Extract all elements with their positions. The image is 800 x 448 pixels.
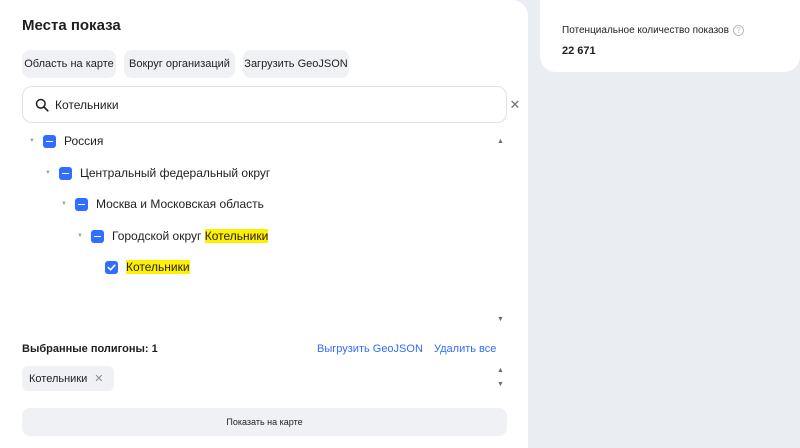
impressions-label: Потенциальное количество показов ? (562, 25, 744, 36)
tree-node-label: Центральный федеральный округ (80, 166, 271, 180)
tree-node-label: Москва и Московская область (96, 197, 264, 211)
help-icon[interactable]: ? (732, 25, 744, 36)
expand-chevron-icon[interactable]: ▼ (75, 233, 85, 239)
selected-polygon-tag: Котельники ✕ (22, 366, 114, 391)
delete-all-link[interactable]: Удалить все (434, 343, 496, 355)
checked-checkbox[interactable] (105, 260, 118, 274)
tree-node-label: Городской округ Котельники (112, 229, 269, 243)
tree-node-label: Россия (64, 134, 104, 148)
tree-node-kotelniki-district: ▼ Городской округ Котельники (75, 226, 269, 246)
clear-search-icon[interactable]: ✕ (507, 97, 523, 113)
partial-checkbox[interactable] (43, 134, 56, 148)
placements-panel: Места показа Область на карте Вокруг орг… (0, 0, 528, 448)
impressions-card: Потенциальное количество показов ? 22 67… (540, 0, 800, 72)
tree-node-moscow-region: ▼ Москва и Московская область (59, 194, 264, 214)
search-match-highlight: Котельники (126, 260, 190, 274)
partial-checkbox[interactable] (91, 229, 104, 243)
remove-tag-icon[interactable]: ✕ (94, 372, 103, 385)
panel-title: Места показа (22, 17, 121, 34)
search-match-highlight: Котельники (204, 229, 269, 243)
scroll-up-icon[interactable]: ▲ (497, 138, 504, 145)
upload-geojson-button[interactable]: Загрузить GeoJSON (243, 50, 349, 78)
expand-chevron-icon[interactable]: ▼ (59, 201, 69, 207)
search-box: ✕ (22, 86, 520, 123)
search-input[interactable] (55, 95, 455, 115)
tree-node-russia: ▼ Россия (27, 131, 103, 151)
tree-node-label: Котельники (126, 260, 190, 274)
selected-polygons-count: Выбранные полигоны: 1 (22, 343, 158, 355)
show-on-map-button[interactable]: Показать на карте (22, 408, 507, 436)
tree-node-kotelniki: Котельники (105, 257, 190, 277)
tag-label: Котельники (29, 372, 88, 385)
expand-chevron-icon[interactable]: ▼ (27, 138, 37, 144)
tags-scroll-up-icon[interactable]: ▲ (497, 367, 504, 374)
around-organizations-button[interactable]: Вокруг организаций (124, 50, 235, 78)
partial-checkbox[interactable] (59, 166, 72, 180)
tags-scroll-down-icon[interactable]: ▼ (497, 381, 504, 388)
tree-node-central-district: ▼ Центральный федеральный округ (43, 163, 270, 183)
map-area-button[interactable]: Область на карте (22, 50, 116, 78)
partial-checkbox[interactable] (75, 197, 88, 211)
search-icon (35, 98, 49, 112)
checkmark-icon (107, 263, 116, 271)
expand-chevron-icon[interactable]: ▼ (43, 170, 53, 176)
export-geojson-link[interactable]: Выгрузить GeoJSON (317, 343, 423, 355)
scroll-down-icon[interactable]: ▼ (497, 316, 504, 323)
impressions-value: 22 671 (562, 45, 596, 57)
